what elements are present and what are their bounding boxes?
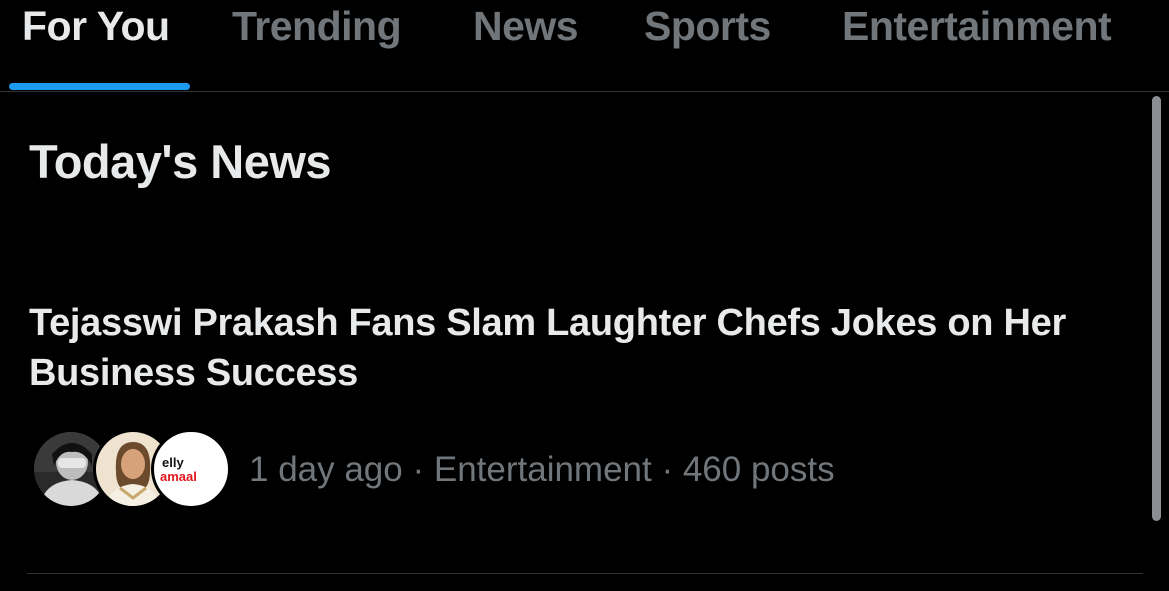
tab-entertainment[interactable]: Entertainment bbox=[842, 4, 1112, 48]
tab-for-you[interactable]: For You bbox=[22, 4, 170, 48]
avatar-logo-line-1: elly bbox=[162, 455, 184, 470]
section-title: Today's News bbox=[29, 135, 332, 188]
avatar-logo-line-2: amaal bbox=[160, 469, 197, 484]
tab-trending[interactable]: Trending bbox=[232, 4, 402, 48]
avatar-3: elly amaal bbox=[151, 429, 231, 509]
tab-sports[interactable]: Sports bbox=[644, 4, 771, 48]
story-meta: 1 day ago · Entertainment · 460 posts bbox=[249, 450, 835, 489]
news-headline[interactable]: Tejasswi Prakash Fans Slam Laughter Chef… bbox=[29, 298, 1149, 398]
explore-page: For You Trending News Sports Entertainme… bbox=[0, 0, 1169, 591]
divider bbox=[27, 573, 1143, 574]
tab-news[interactable]: News bbox=[473, 4, 579, 48]
avatar-group[interactable]: elly amaal bbox=[31, 429, 231, 511]
scrollbar[interactable] bbox=[1152, 96, 1161, 521]
explore-tab-bar: For You Trending News Sports Entertainme… bbox=[0, 0, 1169, 92]
active-tab-indicator bbox=[9, 83, 190, 90]
